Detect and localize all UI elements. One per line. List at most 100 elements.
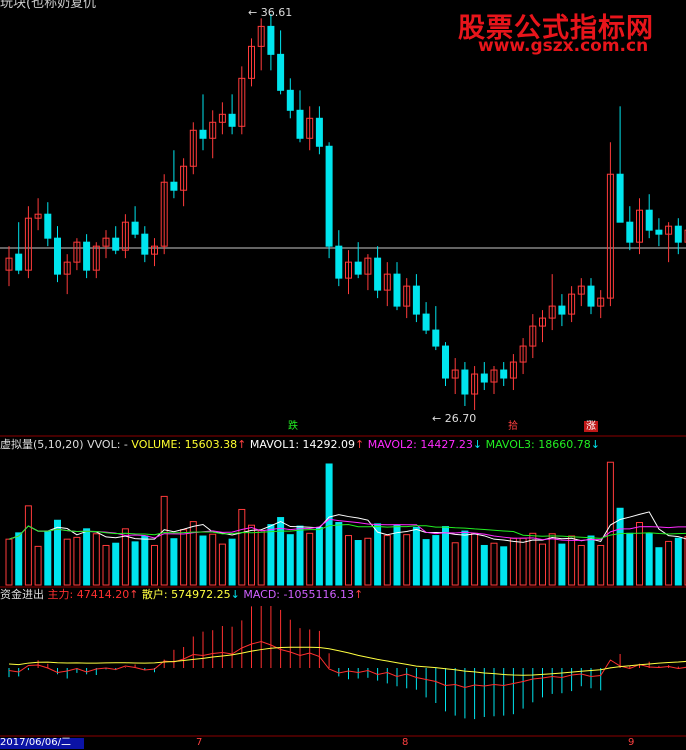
volume-bar bbox=[180, 529, 188, 586]
volume-bar bbox=[354, 540, 362, 586]
fund-flow-panel bbox=[8, 606, 686, 720]
candle-body bbox=[374, 257, 382, 291]
volume-bar bbox=[548, 533, 556, 586]
candle-body bbox=[315, 117, 323, 147]
candle-body bbox=[616, 173, 624, 223]
volume-bar bbox=[345, 535, 352, 586]
candle-body bbox=[655, 229, 663, 235]
candle-body bbox=[325, 145, 333, 247]
volume-bar bbox=[509, 537, 517, 586]
stock-chart bbox=[0, 14, 686, 737]
volume-bar bbox=[471, 532, 479, 586]
volume-bar bbox=[131, 541, 139, 586]
volume-bar bbox=[393, 524, 401, 586]
volume-value: VOLUME: 15603.38 bbox=[131, 438, 238, 451]
volume-bar bbox=[189, 521, 197, 586]
volume-bar bbox=[228, 538, 236, 586]
volume-bar bbox=[529, 532, 537, 586]
rise-marker: 涨 bbox=[584, 421, 598, 432]
high-price-label: ← 36.61 bbox=[248, 6, 293, 19]
mavol3-value: MAVOL3: 18660.78 bbox=[485, 438, 591, 451]
volume-bar bbox=[63, 538, 71, 586]
candle-body bbox=[442, 345, 449, 379]
fund-indicator-title: 资金进出 bbox=[0, 588, 44, 601]
candle-body bbox=[393, 273, 401, 307]
volume-bar bbox=[626, 532, 634, 586]
volume-bar bbox=[335, 522, 343, 586]
volume-bar bbox=[34, 545, 42, 586]
volume-bar bbox=[519, 537, 527, 586]
candle-body bbox=[15, 253, 23, 271]
main-force-line bbox=[8, 640, 686, 689]
retail-value: 散户: 574972.25 bbox=[141, 588, 231, 601]
candle-body bbox=[422, 313, 430, 331]
main-force-value: 主力: 47414.20 bbox=[47, 588, 130, 601]
candle-body bbox=[587, 285, 595, 307]
candle-body bbox=[199, 129, 207, 139]
candle-body bbox=[335, 245, 343, 279]
volume-bar bbox=[665, 540, 673, 586]
volume-bar bbox=[480, 544, 488, 586]
volume-bar bbox=[209, 533, 217, 586]
volume-bar bbox=[238, 508, 246, 586]
volume-bar bbox=[568, 535, 576, 586]
volume-bar bbox=[141, 535, 149, 586]
volume-bar bbox=[44, 530, 52, 586]
current-date-box: 2017/06/06/二 bbox=[0, 738, 84, 749]
volume-bar bbox=[412, 526, 420, 586]
volume-bar bbox=[92, 533, 100, 586]
volume-bar bbox=[257, 530, 265, 586]
candle-body bbox=[141, 233, 149, 255]
volume-bar bbox=[636, 522, 643, 586]
candle-body bbox=[131, 221, 139, 235]
fall-marker: 跌 bbox=[288, 421, 298, 432]
volume-bar bbox=[121, 528, 129, 586]
candle-body bbox=[500, 369, 508, 379]
month-tick: 7 bbox=[196, 737, 203, 748]
volume-bar bbox=[83, 528, 91, 586]
candle-body bbox=[412, 285, 420, 315]
candle-body bbox=[558, 305, 566, 315]
volume-bar bbox=[597, 544, 605, 586]
candle-body bbox=[286, 89, 294, 111]
volume-indicator-title: 虚拟量(5,10,20) bbox=[0, 438, 84, 451]
candle-body bbox=[112, 237, 120, 251]
volume-bar bbox=[451, 542, 459, 586]
mavol1-value: MAVOL1: 14292.09 bbox=[249, 438, 356, 451]
volume-bar bbox=[325, 463, 333, 586]
watermark-title: 股票公式指标网 bbox=[458, 13, 654, 44]
volume-bar bbox=[160, 495, 168, 586]
volume-bar bbox=[558, 543, 566, 586]
vvol-value: VVOL: - bbox=[87, 438, 128, 451]
month-tick: 9 bbox=[628, 737, 635, 748]
volume-bar bbox=[102, 544, 110, 586]
volume-bar bbox=[24, 505, 32, 586]
fund-legend: 资金进出 主力: 47414.20↑ 散户: 574972.25↓ MACD: … bbox=[0, 588, 364, 601]
candle-body bbox=[645, 209, 653, 231]
volume-bar bbox=[286, 534, 294, 586]
candle-body bbox=[277, 53, 285, 91]
volume-bar bbox=[461, 530, 469, 586]
volume-bar bbox=[587, 535, 595, 586]
candle-body bbox=[626, 221, 634, 243]
volume-bar bbox=[674, 537, 682, 586]
watermark-url: www.gszx.com.cn bbox=[478, 36, 649, 56]
volume-legend: 虚拟量(5,10,20) VVOL: - VOLUME: 15603.38↑ M… bbox=[0, 438, 600, 451]
volume-bar bbox=[267, 524, 275, 586]
month-tick: 8 bbox=[402, 737, 409, 748]
volume-bar bbox=[277, 517, 285, 586]
candle-body bbox=[674, 225, 682, 243]
volume-bar bbox=[218, 543, 226, 586]
macd-value: MACD: -1055116.13 bbox=[243, 588, 354, 601]
volume-bar bbox=[112, 542, 120, 586]
volume-bar bbox=[490, 542, 498, 586]
volume-bar bbox=[500, 546, 508, 586]
candle-body bbox=[432, 329, 440, 347]
volume-panel bbox=[5, 461, 686, 586]
volume-bar bbox=[577, 544, 585, 586]
candle-body bbox=[170, 181, 178, 191]
volume-bar bbox=[364, 537, 372, 586]
volume-bar bbox=[403, 534, 411, 586]
volume-bar bbox=[383, 535, 391, 586]
candle-body bbox=[480, 373, 488, 383]
